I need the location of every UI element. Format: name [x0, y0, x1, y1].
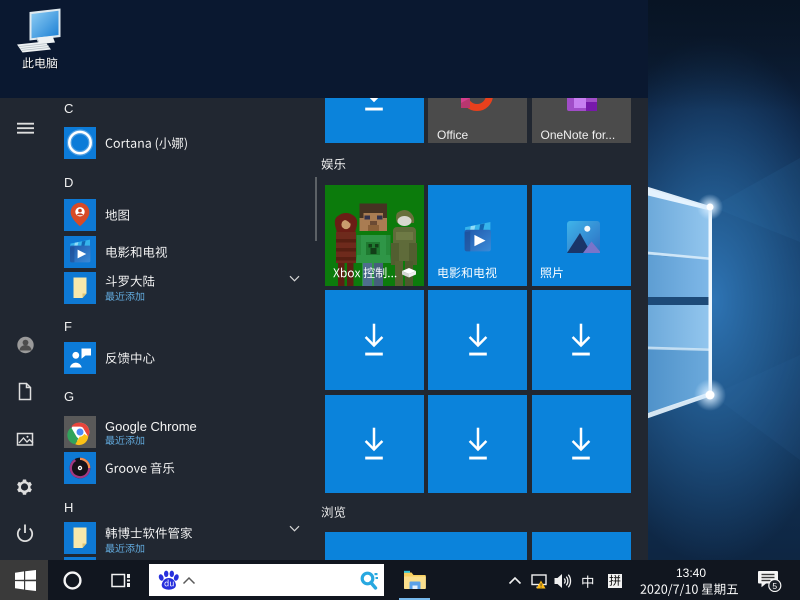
svg-text:5: 5 [772, 581, 777, 591]
